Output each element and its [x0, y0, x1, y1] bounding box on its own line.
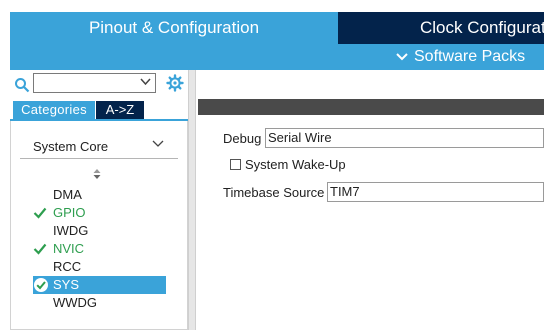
- chevron-down-icon[interactable]: [152, 140, 164, 148]
- tab-categories[interactable]: Categories: [13, 101, 95, 119]
- debug-label: Debug: [223, 131, 262, 146]
- search-input[interactable]: [33, 73, 156, 93]
- checkmark-icon: [33, 243, 47, 255]
- list-item-label: SYS: [53, 277, 80, 292]
- mode-header-bar: [198, 99, 544, 115]
- tab-clock-configuration[interactable]: Clock Configuration: [338, 12, 544, 44]
- list-item-selected[interactable]: SYS: [33, 276, 166, 294]
- timebase-source-select[interactable]: TIM7: [327, 182, 544, 202]
- checkmark-icon: [33, 207, 47, 219]
- list-item[interactable]: NVIC: [33, 240, 166, 258]
- check-circle-icon: [34, 278, 48, 292]
- chevron-down-icon: [396, 53, 408, 61]
- list-item-label: GPIO: [53, 205, 86, 220]
- list-item-label: RCC: [53, 259, 82, 274]
- gear-icon[interactable]: [166, 74, 184, 92]
- software-packs-button[interactable]: Software Packs: [396, 44, 525, 70]
- list-item[interactable]: RCC: [33, 258, 166, 276]
- panel-divider[interactable]: [188, 70, 196, 330]
- list-item-label: IWDG: [53, 223, 89, 238]
- system-wakeup-checkbox[interactable]: [230, 159, 241, 170]
- list-item[interactable]: IWDG: [33, 222, 166, 240]
- sort-icon[interactable]: [92, 168, 102, 180]
- search-icon[interactable]: [14, 77, 30, 93]
- timebase-source-label: Timebase Source: [223, 185, 325, 200]
- software-packs-label: Software Packs: [414, 48, 526, 65]
- list-item-label: DMA: [53, 187, 82, 202]
- list-item[interactable]: GPIO: [33, 204, 166, 222]
- tab-pinout-configuration[interactable]: Pinout & Configuration: [10, 12, 338, 44]
- list-item-label: WWDG: [53, 295, 98, 310]
- list-item[interactable]: DMA: [33, 186, 166, 204]
- chevron-down-icon[interactable]: [140, 78, 151, 86]
- system-wakeup-label: System Wake-Up: [245, 157, 346, 172]
- list-item-label: NVIC: [53, 241, 85, 256]
- list-item[interactable]: WWDG: [33, 294, 166, 312]
- tab-a-to-z[interactable]: A->Z: [96, 101, 144, 119]
- debug-select[interactable]: Serial Wire: [265, 128, 544, 148]
- category-label: System Core: [33, 139, 109, 154]
- top-strip: [0, 0, 544, 12]
